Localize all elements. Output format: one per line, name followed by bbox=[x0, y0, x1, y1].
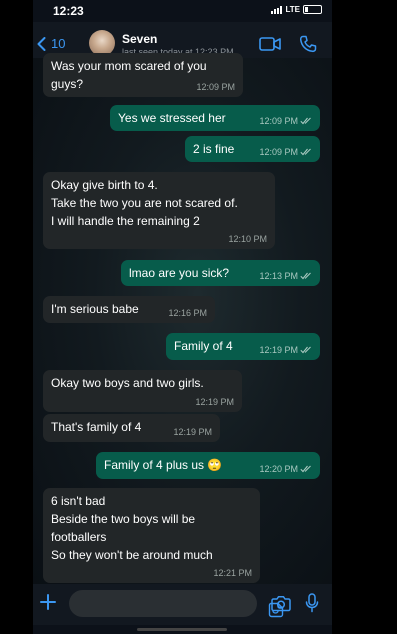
message-time: 12:20 PM bbox=[259, 464, 312, 474]
status-time: 12:23 bbox=[53, 4, 84, 18]
timestamp: 12:09 PM bbox=[259, 147, 298, 157]
message-line: That's family of 4 bbox=[51, 420, 142, 434]
message-line: 6 isn't bad bbox=[51, 494, 106, 508]
double-check-icon bbox=[300, 117, 311, 125]
incoming-message[interactable]: I'm serious babe 12:16 PM bbox=[43, 296, 215, 323]
message-text: I'm serious babe bbox=[51, 300, 139, 318]
message-time: 12:09 PM bbox=[259, 147, 312, 157]
double-check-icon bbox=[300, 465, 311, 473]
double-check-icon bbox=[300, 148, 311, 156]
timestamp: 12:21 PM bbox=[213, 568, 252, 578]
double-check-icon bbox=[300, 346, 311, 354]
back-button[interactable]: 10 bbox=[37, 36, 65, 51]
status-bar: 12:23 LTE bbox=[33, 0, 332, 22]
message-time: 12:19 PM bbox=[259, 345, 312, 355]
timestamp: 12:19 PM bbox=[173, 427, 212, 437]
message-text: Okay give birth to 4. Take the two you ar… bbox=[51, 176, 238, 230]
timestamp: 12:10 PM bbox=[228, 234, 267, 244]
message-line: guys? bbox=[51, 77, 84, 91]
incoming-message[interactable]: That's family of 4 12:19 PM bbox=[43, 414, 220, 442]
home-indicator bbox=[137, 628, 227, 631]
message-time: 12:09 PM bbox=[259, 116, 312, 126]
timestamp: 12:09 PM bbox=[259, 116, 298, 126]
message-time: 12:19 PM bbox=[173, 427, 212, 437]
outgoing-message[interactable]: Family of 4 plus us 🙄 12:20 PM bbox=[96, 452, 320, 479]
message-text: Was your mom scared of you guys? bbox=[51, 57, 207, 93]
incoming-message[interactable]: Okay give birth to 4. Take the two you ar… bbox=[43, 172, 275, 249]
message-line: 2 is fine bbox=[193, 142, 235, 156]
timestamp: 12:13 PM bbox=[259, 271, 298, 281]
double-check-icon bbox=[300, 272, 311, 280]
outgoing-message[interactable]: Family of 4 12:19 PM bbox=[166, 333, 320, 360]
phone-call-icon[interactable] bbox=[299, 35, 317, 53]
plus-icon[interactable] bbox=[39, 593, 57, 611]
timestamp: 12:20 PM bbox=[259, 464, 298, 474]
contact-name[interactable]: Seven bbox=[122, 32, 157, 46]
message-line: footballers bbox=[51, 530, 107, 544]
message-text: That's family of 4 bbox=[51, 418, 141, 436]
camera-icon[interactable] bbox=[271, 595, 291, 612]
message-time: 12:16 PM bbox=[168, 308, 207, 318]
chevron-left-icon bbox=[37, 36, 46, 51]
message-text: Yes we stressed her bbox=[118, 109, 226, 127]
message-time: 12:09 PM bbox=[196, 82, 235, 92]
timestamp: 12:16 PM bbox=[168, 308, 207, 318]
unread-count: 10 bbox=[51, 36, 66, 51]
input-bar bbox=[33, 584, 332, 625]
message-line: lmao are you sick? bbox=[129, 266, 230, 280]
message-time: 12:21 PM bbox=[213, 568, 252, 578]
status-icons: LTE bbox=[271, 5, 322, 14]
network-label: LTE bbox=[285, 5, 300, 14]
message-line: So they won't be around much bbox=[51, 548, 213, 562]
message-text: 2 is fine bbox=[193, 140, 234, 158]
message-text: Family of 4 plus us 🙄 bbox=[104, 456, 222, 474]
message-input[interactable] bbox=[69, 590, 284, 618]
message-time: 12:10 PM bbox=[228, 234, 267, 244]
message-line: Was your mom scared of you bbox=[51, 59, 207, 73]
message-line: I will handle the remaining 2 bbox=[51, 214, 200, 228]
message-line: Family of 4 bbox=[174, 339, 233, 353]
message-line: Take the two you are not scared of. bbox=[51, 196, 238, 210]
message-text: lmao are you sick? bbox=[129, 264, 229, 282]
message-time: 12:13 PM bbox=[259, 271, 312, 281]
message-line: Okay two boys and two girls. bbox=[51, 376, 204, 390]
message-line: Yes we stressed her bbox=[118, 111, 226, 125]
message-text: Family of 4 bbox=[174, 337, 233, 355]
incoming-message[interactable]: Was your mom scared of you guys? 12:09 PM bbox=[43, 53, 243, 97]
timestamp: 12:19 PM bbox=[259, 345, 298, 355]
battery-icon bbox=[303, 5, 322, 14]
message-text: Okay two boys and two girls. bbox=[51, 374, 204, 392]
timestamp: 12:09 PM bbox=[196, 82, 235, 92]
message-line: I'm serious babe bbox=[51, 302, 139, 316]
video-call-icon[interactable] bbox=[259, 37, 281, 51]
timestamp: 12:19 PM bbox=[195, 397, 234, 407]
message-line: Okay give birth to 4. bbox=[51, 178, 158, 192]
microphone-icon[interactable] bbox=[305, 593, 319, 613]
phone-screen: 12:23 LTE 10 Seven last seen today at 12… bbox=[33, 0, 332, 634]
incoming-message[interactable]: Okay two boys and two girls. 12:19 PM bbox=[43, 370, 242, 412]
outgoing-message[interactable]: Yes we stressed her 12:09 PM bbox=[110, 105, 320, 131]
message-time: 12:19 PM bbox=[195, 397, 234, 407]
incoming-message[interactable]: 6 isn't bad Beside the two boys will be fo… bbox=[43, 488, 260, 583]
signal-icon bbox=[271, 5, 283, 14]
outgoing-message[interactable]: lmao are you sick? 12:13 PM bbox=[121, 260, 320, 286]
message-line: Beside the two boys will be bbox=[51, 512, 196, 526]
message-line: Family of 4 plus us 🙄 bbox=[104, 458, 223, 472]
message-text: 6 isn't bad Beside the two boys will be fo… bbox=[51, 492, 213, 564]
outgoing-message[interactable]: 2 is fine 12:09 PM bbox=[185, 136, 320, 162]
